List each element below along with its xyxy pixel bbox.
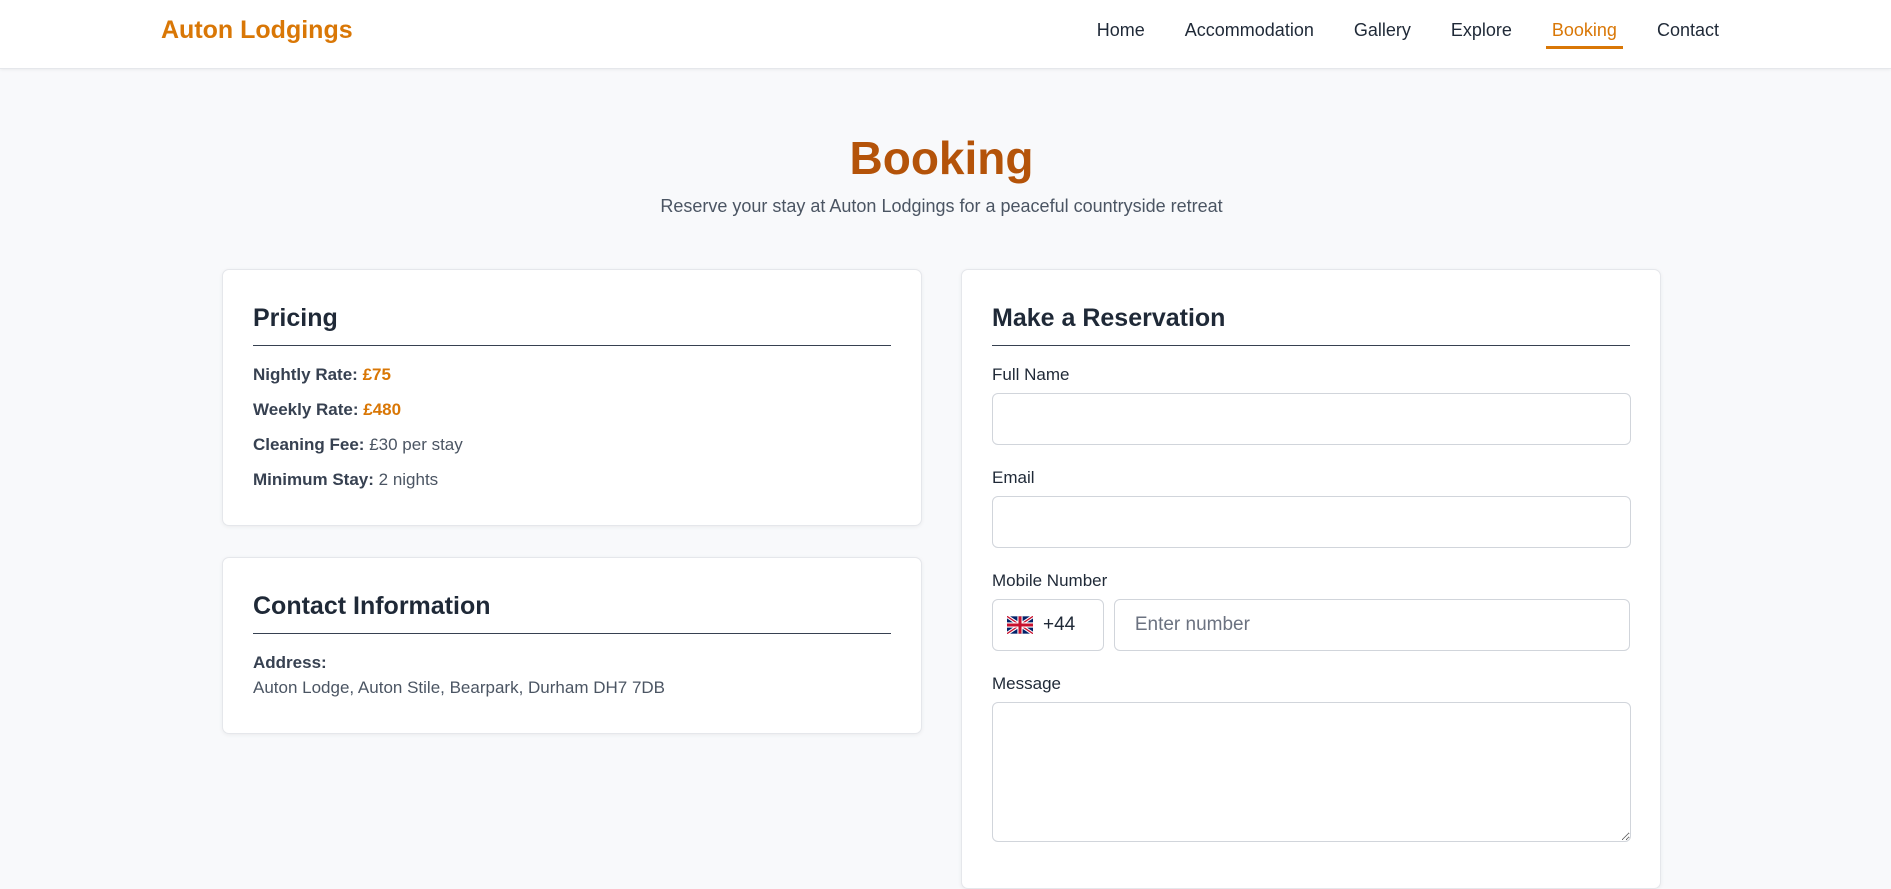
brand-logo-link[interactable]: Auton Lodgings [161, 15, 353, 45]
price-value: £480 [363, 400, 402, 419]
pricing-heading: Pricing [253, 303, 891, 346]
nav-booking[interactable]: Booking [1545, 18, 1623, 49]
country-code-value: +44 [1043, 614, 1076, 635]
contact-heading: Contact Information [253, 591, 891, 634]
email-input[interactable] [992, 496, 1631, 548]
uk-flag-icon [1006, 614, 1034, 636]
mobile-number-row: +44 [992, 599, 1630, 651]
price-row-minimum-stay: Minimum Stay: 2 nights [253, 469, 891, 491]
price-label: Minimum Stay: [253, 470, 374, 489]
price-label: Cleaning Fee: [253, 435, 365, 454]
nav-home[interactable]: Home [1091, 18, 1151, 49]
nav-gallery[interactable]: Gallery [1348, 18, 1417, 49]
full-name-input[interactable] [992, 393, 1631, 445]
address-value: Auton Lodge, Auton Stile, Bearpark, Durh… [253, 678, 666, 697]
email-label: Email [992, 468, 1035, 487]
main-nav: Home Accommodation Gallery Explore Booki… [1063, 18, 1725, 49]
price-label: Nightly Rate: [253, 365, 358, 384]
pricing-card: Pricing Nightly Rate: £75 Weekly Rate: £… [222, 269, 922, 526]
reservation-heading: Make a Reservation [992, 303, 1630, 346]
price-value: £75 [362, 365, 391, 384]
message-label: Message [992, 674, 1061, 693]
page-subtitle: Reserve your stay at Auton Lodgings for … [660, 196, 1223, 216]
address-label: Address: [253, 653, 327, 672]
site-header: Auton Lodgings Home Accommodation Galler… [0, 0, 1891, 69]
nav-accommodation[interactable]: Accommodation [1179, 18, 1320, 49]
price-value: 2 nights [378, 470, 439, 489]
country-code-selector[interactable]: +44 [992, 599, 1104, 651]
price-label: Weekly Rate: [253, 400, 359, 419]
price-row-weekly: Weekly Rate: £480 [253, 399, 891, 421]
mobile-label: Mobile Number [992, 571, 1108, 590]
price-value: £30 per stay [369, 435, 463, 454]
mobile-number-input[interactable] [1113, 599, 1630, 651]
price-row-cleaning: Cleaning Fee: £30 per stay [253, 434, 891, 456]
nav-explore[interactable]: Explore [1445, 18, 1518, 49]
reservation-card: Make a Reservation Full Name Email Mobil… [961, 269, 1661, 889]
contact-info-card: Contact Information Address: Auton Lodge… [222, 557, 922, 734]
full-name-label: Full Name [992, 365, 1070, 384]
reservation-form: Full Name Email Mobile Number +44 Enter … [992, 364, 1631, 842]
nav-contact[interactable]: Contact [1651, 18, 1725, 49]
page-title: Booking [849, 132, 1034, 184]
price-row-nightly: Nightly Rate: £75 [253, 364, 891, 386]
message-textarea[interactable] [992, 702, 1631, 842]
